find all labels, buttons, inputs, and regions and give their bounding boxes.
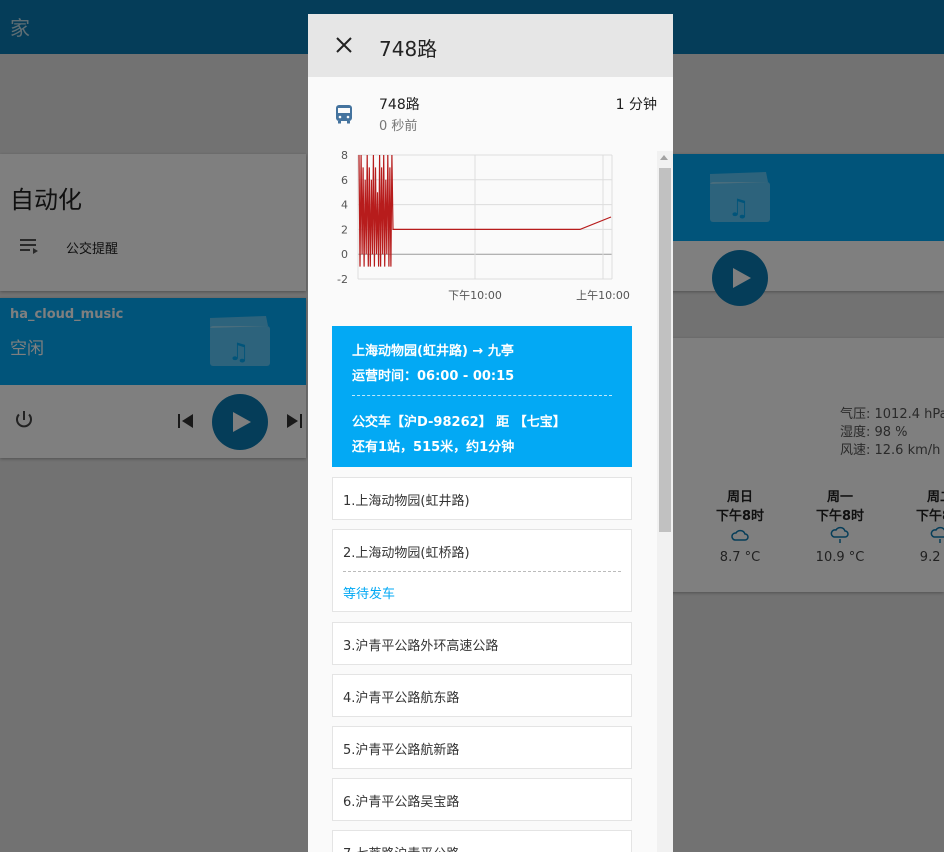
y-tick-label: 8 [341,149,348,162]
more-info-dialog: 748路 748路 0 秒前 1 分钟 8 6 4 2 0 -2 下午10:00 上午10:0… [308,14,673,852]
stop-label: 2.上海动物园(虹桥路) [343,546,470,561]
route-direction: 上海动物园(虹井路) → 九亭 [352,344,514,359]
stop-label: 5.沪青平公路航新路 [343,743,460,758]
stop-label: 3.沪青平公路外环高速公路 [343,639,499,654]
stop-item: 7.七莘路沪青平公路 [332,830,632,852]
scroll-up-arrow-icon[interactable] [660,155,668,160]
route-info-box: 上海动物园(虹井路) → 九亭 运营时间：06:00 - 00:15 公交车【沪… [332,326,632,467]
dialog-title: 748路 [379,37,438,61]
stop-label: 1.上海动物园(虹井路) [343,494,470,509]
stop-label: 4.沪青平公路航东路 [343,691,460,706]
y-tick-label: -2 [337,273,348,286]
stop-item: 6.沪青平公路吴宝路 [332,778,632,821]
dialog-header: 748路 [308,14,673,77]
x-tick-label: 下午10:00 [448,289,502,302]
y-tick-label: 0 [341,248,348,261]
stop-item: 4.沪青平公路航东路 [332,674,632,717]
last-changed: 0 秒前 [379,119,418,134]
history-chart: 8 6 4 2 0 -2 下午10:00 上午10:00 [337,149,630,302]
entity-state: 1 分钟 [615,97,657,113]
series-line [358,154,612,267]
stop-item: 5.沪青平公路航新路 [332,726,632,769]
stop-item: 1.上海动物园(虹井路) [332,477,632,520]
route-hours: 运营时间：06:00 - 00:15 [352,369,515,384]
entity-name: 748路 [379,97,420,113]
y-tick-label: 2 [341,223,348,236]
divider [352,395,612,396]
divider [343,571,621,572]
stop-label: 7.七莘路沪青平公路 [343,843,459,852]
stop-item: 2.上海动物园(虹桥路) 等待发车 [332,529,632,612]
stop-status: 等待发车 [343,587,396,602]
bus-icon [336,105,352,124]
stop-item: 3.沪青平公路外环高速公路 [332,622,632,665]
stop-label: 6.沪青平公路吴宝路 [343,795,460,810]
scrollbar-thumb[interactable] [659,168,671,532]
bus-eta: 还有1站，515米，约1分钟 [352,440,515,455]
close-icon[interactable] [332,33,356,57]
y-tick-label: 6 [341,174,348,187]
y-tick-label: 4 [341,199,348,212]
bus-location: 公交车【沪D-98262】 距 【七宝】 [352,415,566,430]
x-tick-label: 上午10:00 [576,289,630,302]
